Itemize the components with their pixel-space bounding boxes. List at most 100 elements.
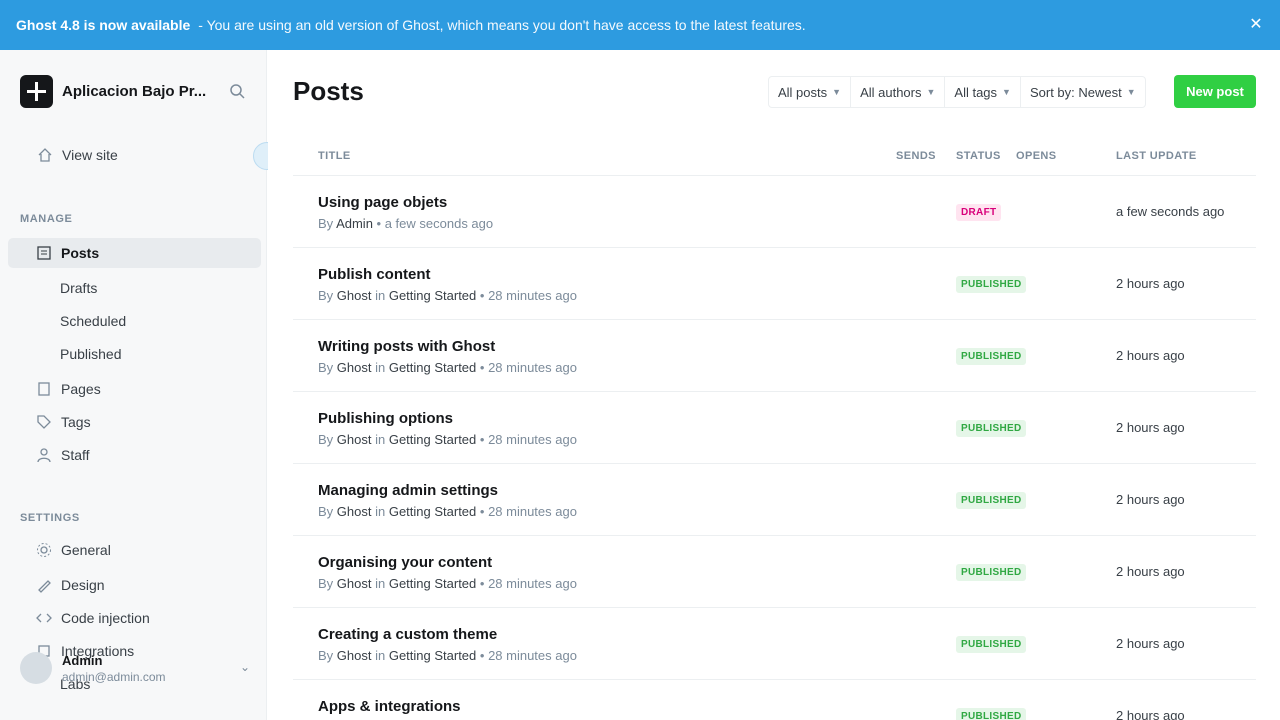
- sidebar-item-general[interactable]: General: [36, 539, 111, 561]
- sidebar-item-label: Posts: [61, 245, 100, 261]
- user-email: admin@admin.com: [62, 669, 166, 684]
- tags-icon: [37, 415, 51, 429]
- table-row[interactable]: Creating a custom theme By Ghost in Getti…: [293, 608, 1256, 680]
- sidebar-item-label: Drafts: [60, 280, 98, 296]
- post-meta: By Admin • a few seconds ago: [318, 216, 494, 231]
- avatar: [20, 652, 52, 684]
- status-badge: PUBLISHED: [956, 348, 1027, 365]
- post-tag: Getting Started: [388, 288, 477, 303]
- close-icon[interactable]: ✕: [1246, 15, 1266, 35]
- sidebar-item-drafts[interactable]: Drafts: [60, 277, 97, 299]
- post-title[interactable]: Organising your content: [318, 554, 492, 571]
- post-title[interactable]: Creating a custom theme: [318, 626, 497, 643]
- post-meta: By Ghost in Getting Started • 28 minutes…: [318, 576, 577, 591]
- sidebar-item-published[interactable]: Published: [60, 343, 122, 365]
- status-badge: PUBLISHED: [956, 708, 1027, 720]
- site-brand[interactable]: Aplicacion Bajo Pr...: [20, 75, 206, 108]
- home-icon: [38, 148, 52, 162]
- filter-author[interactable]: All authors ▼: [851, 77, 946, 107]
- status-badge: DRAFT: [956, 204, 1002, 221]
- post-time: 28 minutes ago: [488, 288, 577, 303]
- post-updated: 2 hours ago: [1116, 420, 1185, 435]
- post-title[interactable]: Writing posts with Ghost: [318, 338, 495, 355]
- sidebar-item-design[interactable]: Design: [36, 574, 105, 596]
- post-author: Admin: [336, 216, 373, 231]
- post-title[interactable]: Publish content: [318, 266, 431, 283]
- view-site-link[interactable]: View site: [37, 147, 118, 163]
- post-author: Ghost: [336, 432, 372, 447]
- column-opens: OPENS: [1016, 150, 1057, 162]
- table-row[interactable]: Organising your content By Ghost in Getti…: [293, 536, 1256, 608]
- filter-type[interactable]: All posts ▼: [769, 77, 852, 107]
- sidebar-item-label: Design: [61, 577, 105, 593]
- post-author: Ghost: [336, 576, 372, 591]
- post-time: a few seconds ago: [384, 216, 494, 231]
- column-sends: SENDS: [896, 150, 936, 162]
- post-title[interactable]: Apps & integrations: [318, 698, 461, 715]
- table-row[interactable]: Apps & integrationsBy Ghost in Getting S…: [293, 680, 1256, 720]
- search-icon[interactable]: [229, 83, 245, 99]
- post-title[interactable]: Publishing options: [318, 410, 453, 427]
- post-updated: 2 hours ago: [1116, 564, 1185, 579]
- manage-label: MANAGE: [20, 213, 73, 225]
- posts-icon: [37, 246, 51, 260]
- user-menu[interactable]: Admin admin@admin.com ⌄: [20, 652, 250, 684]
- sidebar-item-pages[interactable]: Pages: [36, 378, 101, 400]
- filter-sort[interactable]: Sort by: Newest ▼: [1021, 77, 1145, 107]
- new-post-button[interactable]: New post: [1174, 75, 1256, 108]
- post-author: Ghost: [336, 648, 372, 663]
- post-time: 28 minutes ago: [488, 360, 577, 375]
- table-header: TITLE SENDS STATUS OPENS LAST UPDATE: [293, 138, 1256, 176]
- table-row[interactable]: Publish content By Ghost in Getting Start…: [293, 248, 1256, 320]
- post-updated: 2 hours ago: [1116, 492, 1185, 507]
- post-updated: 2 hours ago: [1116, 276, 1185, 291]
- sidebar: Aplicacion Bajo Pr... View site MANAGE P…: [0, 50, 281, 720]
- table-row[interactable]: Writing posts with Ghost By Ghost in Gett…: [293, 320, 1256, 392]
- table-row[interactable]: Publishing options By Ghost in Getting St…: [293, 392, 1256, 464]
- sidebar-item-posts[interactable]: Posts: [8, 238, 261, 268]
- post-updated: 2 hours ago: [1116, 636, 1185, 651]
- chevron-down-icon: ▼: [1126, 87, 1136, 97]
- pages-icon: [38, 382, 50, 396]
- post-title[interactable]: Using page objets: [318, 194, 447, 211]
- column-status: STATUS: [956, 150, 1001, 162]
- banner-message[interactable]: - You are using an old version of Ghost,…: [198, 17, 805, 33]
- post-meta: By Ghost in Getting Started • 28 minutes…: [318, 648, 577, 663]
- status-badge: PUBLISHED: [956, 492, 1027, 509]
- sidebar-item-staff[interactable]: Staff: [36, 444, 90, 466]
- sidebar-item-tags[interactable]: Tags: [36, 411, 91, 433]
- design-icon: [38, 580, 51, 593]
- post-meta: By Ghost in Getting Started • 28 minutes…: [318, 288, 577, 303]
- post-author: Ghost: [336, 504, 372, 519]
- sidebar-item-code-injection[interactable]: Code injection: [36, 607, 150, 629]
- post-time: 28 minutes ago: [488, 432, 577, 447]
- chevron-down-icon: ▼: [926, 87, 936, 97]
- chevron-down-icon: ▼: [832, 87, 842, 97]
- status-badge: PUBLISHED: [956, 276, 1027, 293]
- post-meta: By Ghost in Getting Started • 28 minutes…: [318, 432, 577, 447]
- post-author: Ghost: [336, 288, 372, 303]
- sidebar-item-scheduled[interactable]: Scheduled: [60, 310, 126, 332]
- site-logo: [20, 75, 53, 108]
- post-title[interactable]: Managing admin settings: [318, 482, 498, 499]
- post-filters: All posts ▼ All authors ▼ All tags ▼ Sort b…: [768, 76, 1146, 108]
- page-title: Posts: [293, 76, 364, 106]
- status-badge: PUBLISHED: [956, 636, 1027, 653]
- view-site-label: View site: [62, 147, 118, 163]
- sidebar-item-label: Scheduled: [60, 313, 127, 329]
- post-time: 28 minutes ago: [488, 576, 577, 591]
- post-time: 28 minutes ago: [488, 648, 577, 663]
- posts-table: TITLE SENDS STATUS OPENS LAST UPDATE Usi…: [293, 138, 1256, 720]
- user-name: Admin: [62, 652, 103, 668]
- code-icon: [36, 613, 52, 623]
- sidebar-item-label: Tags: [61, 414, 91, 430]
- site-name: Aplicacion Bajo Pr...: [62, 83, 207, 100]
- table-row[interactable]: Using page objets By Admin • a few second…: [293, 176, 1256, 248]
- post-tag: Getting Started: [388, 432, 477, 447]
- settings-icon: [37, 543, 51, 557]
- update-banner: Ghost 4.8 is now available - You are usi…: [0, 0, 1280, 50]
- post-meta: By Ghost in Getting Started • 28 minutes…: [318, 360, 577, 375]
- sidebar-item-label: Published: [60, 346, 122, 362]
- table-row[interactable]: Managing admin settings By Ghost in Getti…: [293, 464, 1256, 536]
- filter-tag[interactable]: All tags ▼: [945, 77, 1021, 107]
